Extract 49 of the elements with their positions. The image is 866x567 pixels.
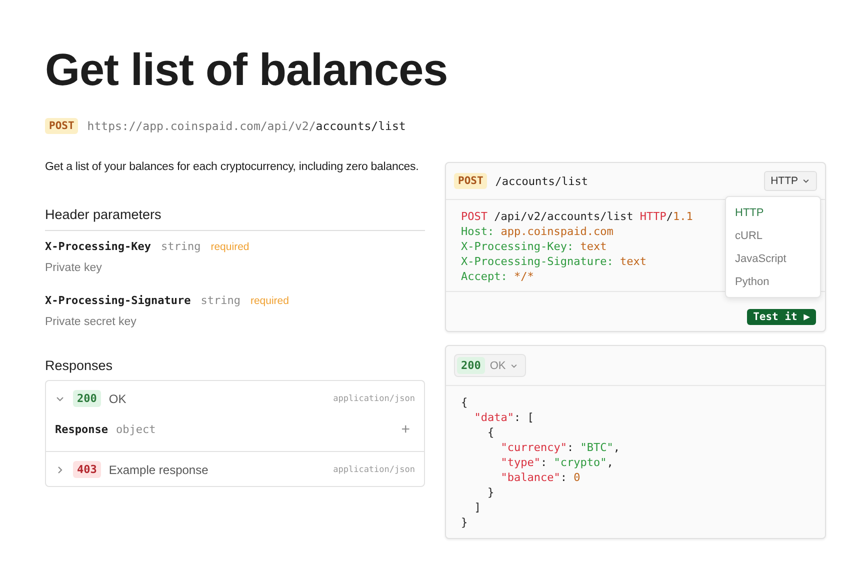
field-name: Response (55, 423, 108, 436)
code-line: X-Processing-Key: text (461, 239, 607, 254)
method-tag: POST (454, 173, 488, 189)
menu-item[interactable]: Python (726, 270, 820, 293)
description: Get a list of your balances for each cryptocurrency, including zero balances. (45, 161, 420, 173)
required-label: required (210, 241, 250, 253)
menu-item[interactable]: HTTP (726, 201, 820, 224)
section-heading: Header parameters (45, 207, 425, 231)
param-name: X-Processing-Key (45, 240, 151, 253)
expand-button[interactable]: + (401, 421, 410, 438)
code-line: } (461, 515, 468, 530)
field-type: object (116, 423, 157, 436)
code-line: } (486, 485, 494, 500)
request-path: /accounts/list (495, 174, 590, 188)
status-code: 403 (73, 461, 101, 478)
code-line: "balance": 0 (500, 470, 580, 485)
response-label[interactable]: Example response (108, 462, 326, 476)
code-line: POST /api/v2/accounts/list HTTP/1.1 (461, 209, 693, 224)
code-line: Accept: */* (461, 269, 534, 284)
status-code: 200 (73, 390, 101, 407)
code-line: ] (473, 500, 481, 515)
chevron-icon[interactable] (55, 464, 65, 474)
caret-icon (802, 177, 810, 185)
page-title: Get list of balances (45, 43, 449, 97)
code-line: "currency": "BTC", (500, 440, 620, 455)
menu-item[interactable]: JavaScript (726, 247, 820, 270)
param-description: Private key (45, 262, 103, 274)
code-line: Host: app.coinspaid.com (461, 224, 614, 239)
param-description: Private secret key (45, 316, 138, 328)
param-type: string (200, 294, 240, 307)
menu-item[interactable]: cURL (726, 224, 820, 247)
status-dropdown[interactable]: 200 OK (454, 354, 526, 377)
response-label[interactable]: OK (108, 392, 326, 406)
code-line: { (486, 425, 494, 440)
code-line: "data": [ (473, 410, 534, 425)
code-line: X-Processing-Signature: text (461, 254, 646, 269)
media-type: application/json (333, 464, 415, 474)
media-type: application/json (333, 394, 415, 404)
code-line: { (461, 395, 468, 410)
section-heading: Responses (45, 358, 114, 373)
language-dropdown[interactable]: HTTP (764, 171, 817, 191)
method-tag: POST (45, 118, 78, 134)
param-name: X-Processing-Signature (45, 294, 191, 307)
code-line: "type": "crypto", (500, 455, 614, 470)
endpoint-url: https://app.coinspaid.com/api/v2/accounts/list (87, 119, 406, 133)
required-label: required (250, 295, 289, 307)
test-button[interactable]: Test it ▶ (747, 309, 816, 325)
caret-icon (510, 362, 518, 370)
param-type: string (160, 240, 201, 253)
